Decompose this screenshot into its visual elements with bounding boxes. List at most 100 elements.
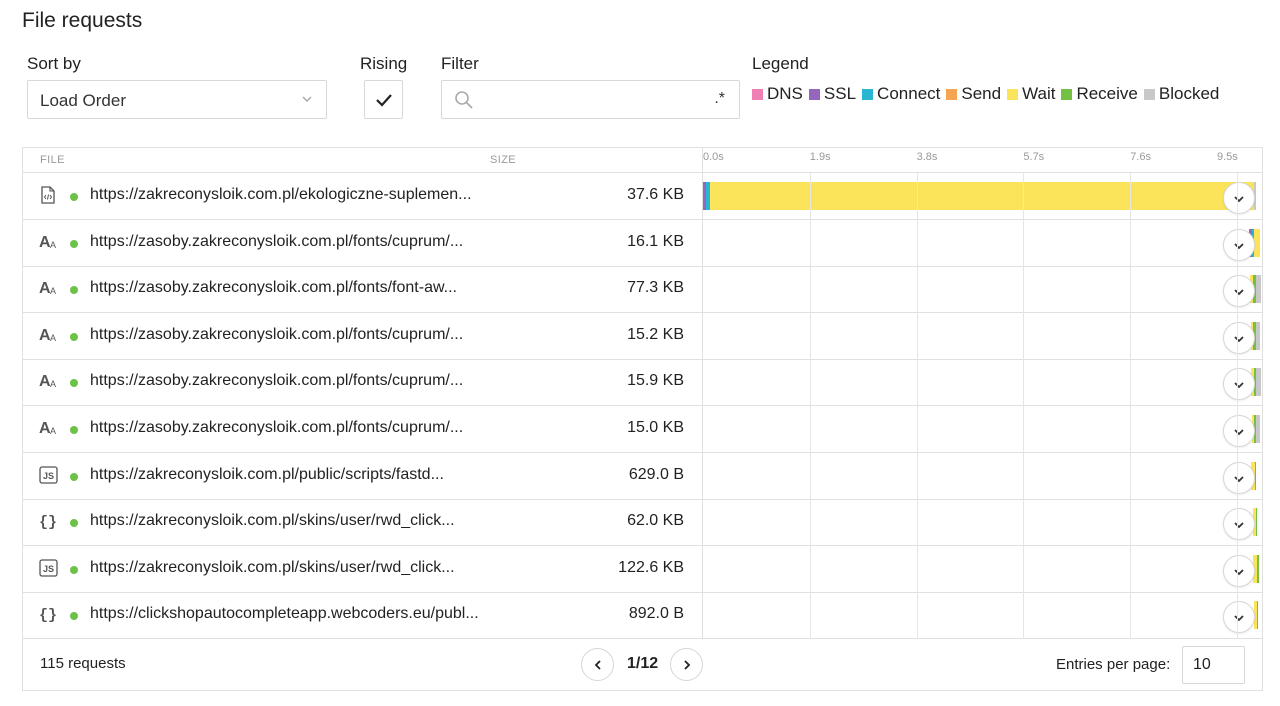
file-size: 62.0 KB [627,512,684,530]
table-row[interactable]: {} https://clickshopautocompleteapp.webco… [23,592,1262,640]
timeline-tick-label: 9.5s [1217,151,1238,163]
file-url[interactable]: https://zasoby.zakreconysloik.com.pl/fon… [90,233,463,251]
legend-label-text: Receive [1076,84,1138,103]
sort-by-label: Sort by [27,54,81,73]
table-row[interactable]: JS https://zakreconysloik.com.pl/public/s… [23,453,1262,500]
chevron-down-icon [300,92,314,111]
file-size: 629.0 B [628,465,684,483]
expand-row-button[interactable] [1223,415,1255,447]
file-url[interactable]: https://zakreconysloik.com.pl/skins/user… [90,559,455,577]
chevron-down-icon [1234,196,1244,203]
expand-row-button[interactable] [1223,508,1255,541]
table-row[interactable]: A A https://zasoby.zakreconysloik.com.pl/f… [23,313,1262,360]
regex-toggle[interactable]: .* [714,90,725,108]
timeline-gridline [1023,173,1025,639]
status-dot [70,286,78,295]
timeline-gridline [1130,173,1132,639]
legend-item-ssl: SSL [808,84,856,104]
file-url[interactable]: https://zakreconysloik.com.pl/ekologiczn… [90,186,472,204]
legend-item-blocked: Blocked [1143,84,1220,104]
svg-text:JS: JS [43,471,54,481]
timeline-gridline [1237,173,1238,639]
svg-text:A: A [50,240,56,250]
prev-page-button[interactable] [581,648,614,681]
page-indicator: 1/12 [627,655,659,672]
table-header: FILE SIZE [23,148,1262,173]
chevron-down-icon [1234,289,1244,296]
legend-item-send: Send [946,84,1001,104]
status-dot [70,379,78,388]
table-row[interactable]: A A https://zasoby.zakreconysloik.com.pl/f… [23,359,1262,407]
file-size: 15.2 KB [627,325,684,343]
expand-row-button[interactable] [1223,461,1255,494]
json-file-icon: {} [39,512,59,532]
column-header-size[interactable]: SIZE [490,154,516,166]
status-dot [70,426,78,434]
chevron-down-icon [1234,475,1244,482]
rising-checkbox[interactable] [364,80,403,119]
svg-text:A: A [50,426,56,436]
js-file-icon: JS [39,465,59,486]
legend-swatch [808,88,820,100]
chevron-down-icon [1234,615,1244,622]
table-row[interactable]: {} https://zakreconysloik.com.pl/skins/us… [23,499,1262,547]
rising-label: Rising [360,54,408,73]
svg-text:A: A [50,333,56,343]
status-dot [70,612,78,621]
legend-swatch [862,88,874,100]
file-size: 16.1 KB [627,232,684,250]
font-file-icon: AA [39,372,59,392]
file-size: 37.6 KB [627,186,684,203]
status-dot [70,565,78,574]
expand-row-button[interactable] [1223,182,1255,214]
chevron-down-icon [1234,382,1244,389]
file-url[interactable]: https://zasoby.zakreconysloik.com.pl/fon… [90,279,457,297]
table-row[interactable]: JS https://zakreconysloik.com.pl/skins/us… [23,546,1262,593]
svg-text:{}: {} [39,514,57,530]
font-file-icon: AA [39,233,59,253]
expand-row-button[interactable] [1223,601,1255,634]
timeline-tick-label: 7.6s [1130,151,1151,163]
html-file-icon [39,186,59,206]
table-row[interactable]: A A https://zasoby.zakreconysloik.com.pl/f… [23,266,1262,314]
sort-by-value: Load Order [40,91,126,110]
waterfall-bar [703,182,1256,210]
font-file-icon: AA [39,326,59,346]
next-page-button[interactable] [670,648,703,681]
timeline-tick-label: 0.0s [703,151,724,163]
timeline-gridline [809,173,811,639]
expand-row-button[interactable] [1223,554,1255,587]
column-header-file[interactable]: FILE [40,154,65,166]
legend: DNS SSL Connect Send Wait Receive Blocked [752,84,1225,104]
chevron-down-icon [1234,569,1244,576]
waterfall-segment [1257,554,1259,583]
table-row[interactable]: https://zakreconysloik.com.pl/ekologiczn… [23,173,1262,220]
waterfall-segment [1256,321,1260,350]
timeline-tick-label: 3.8s [916,151,938,163]
file-url[interactable]: https://clickshopautocompleteapp.webcode… [90,605,479,623]
filter-label: Filter [441,54,479,73]
table-row[interactable]: A A https://zasoby.zakreconysloik.com.pl/f… [23,406,1262,453]
file-url[interactable]: https://zasoby.zakreconysloik.com.pl/fon… [90,419,463,437]
file-url[interactable]: https://zasoby.zakreconysloik.com.pl/fon… [90,372,463,390]
chevron-down-icon [1234,429,1244,436]
expand-row-button[interactable] [1223,321,1255,354]
filter-input[interactable] [482,87,722,113]
timeline-gridline [916,173,918,639]
file-url[interactable]: https://zakreconysloik.com.pl/public/scr… [90,466,444,484]
table-row[interactable]: A A https://zasoby.zakreconysloik.com.pl/f… [23,220,1262,267]
file-url[interactable]: https://zasoby.zakreconysloik.com.pl/fon… [90,326,463,344]
file-requests-table: FILE SIZE https://zakreconysloik.com.pl/… [22,147,1263,691]
request-count: 115 requests [40,655,126,672]
entries-per-page-input[interactable] [1182,646,1245,684]
file-url[interactable]: https://zakreconysloik.com.pl/skins/user… [90,512,455,530]
waterfall-segment [1257,601,1258,630]
legend-label-text: Blocked [1158,84,1220,103]
font-file-icon: AA [39,419,59,439]
file-size: 892.0 B [628,605,684,623]
file-size: 15.0 KB [627,419,684,436]
expand-row-button[interactable] [1223,275,1255,308]
legend-swatch [1143,88,1155,100]
expand-row-button[interactable] [1223,228,1255,261]
sort-by-select[interactable]: Load Order [27,80,327,119]
